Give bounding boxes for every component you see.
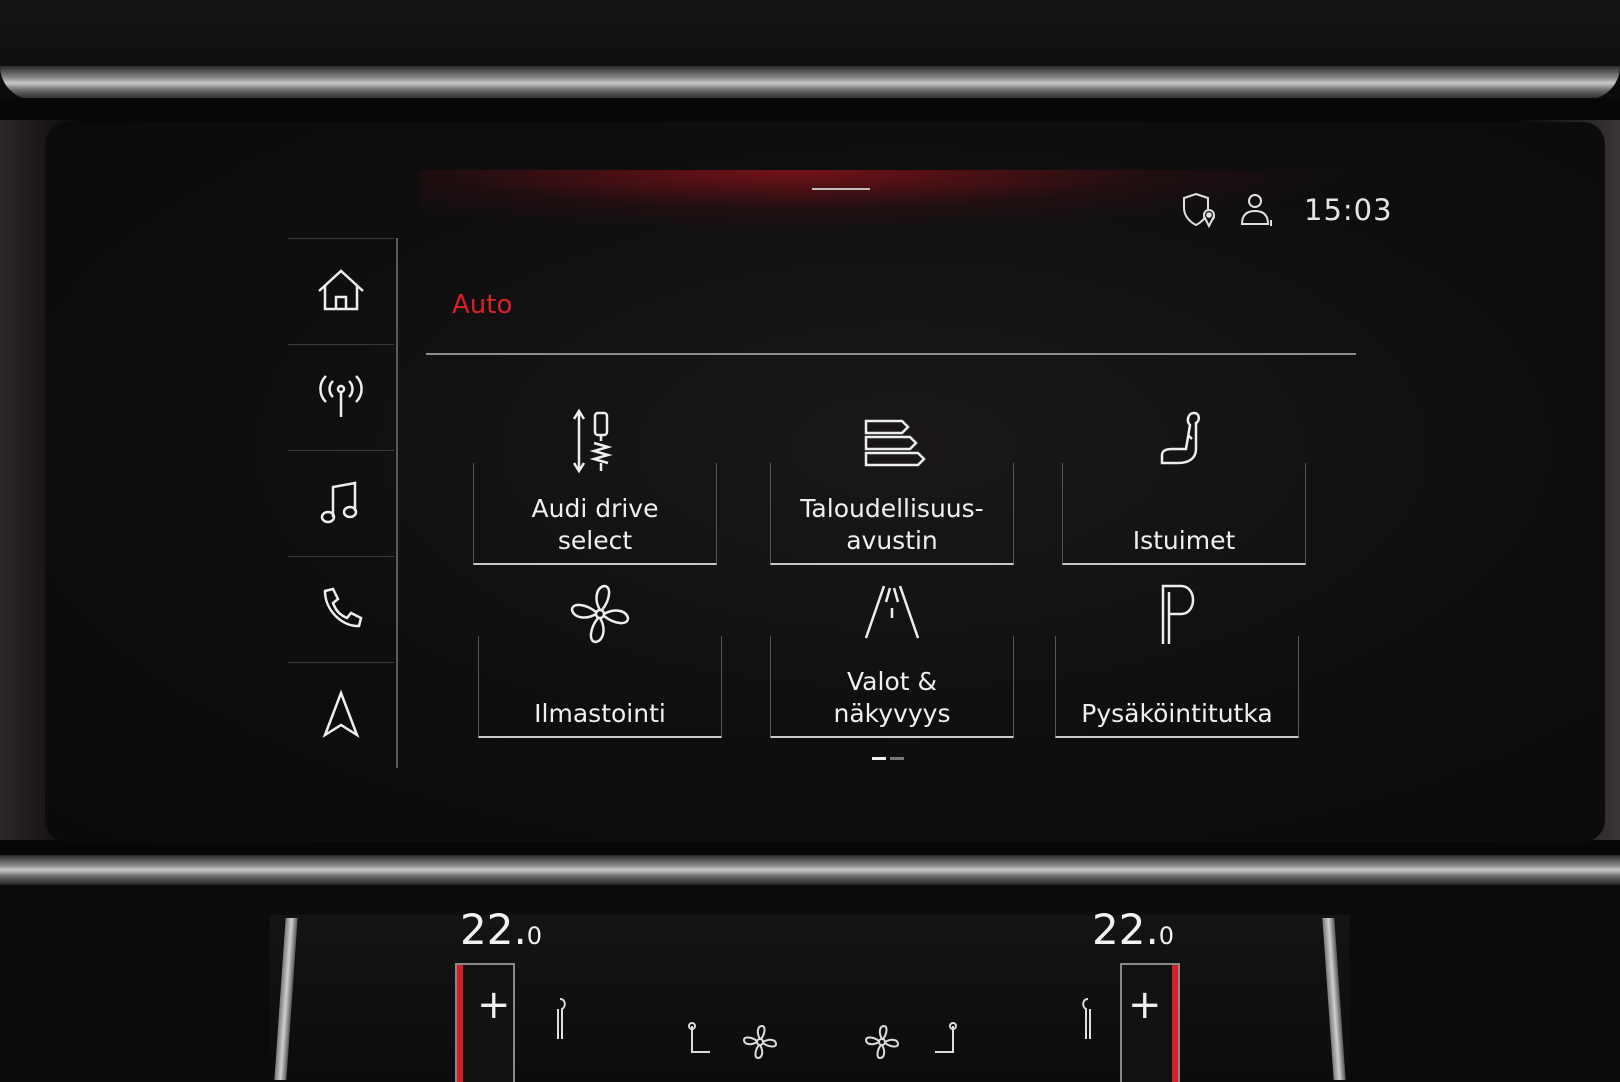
tile-parking-radar[interactable]: Pysäköintitutka	[1055, 578, 1299, 738]
privacy-location-icon[interactable]	[1180, 190, 1220, 230]
tile-label: Ilmastointi	[534, 699, 666, 728]
user-profile-icon[interactable]	[1238, 190, 1278, 230]
right-temp-decimal: 0	[1158, 922, 1175, 950]
right-seat-heat-icon[interactable]	[925, 1022, 965, 1066]
status-bar: 15:03	[1180, 188, 1393, 232]
music-note-icon	[320, 481, 358, 524]
chrome-trim-bottom	[0, 855, 1620, 885]
radio-antenna-icon	[319, 375, 363, 417]
tile-label: Valot & näkyvyys	[833, 667, 951, 728]
left-seat-heat-icon[interactable]	[680, 1022, 720, 1066]
efficiency-bars-icon	[864, 419, 926, 467]
right-seat-icon[interactable]	[1068, 995, 1108, 1039]
right-temp-plus-button[interactable]: +	[1128, 982, 1162, 1028]
tile-label: Audi drive select	[531, 494, 659, 555]
left-temperature[interactable]: 22.0	[460, 905, 542, 954]
sidebar-item-radio[interactable]	[288, 344, 394, 449]
page-dot	[890, 757, 904, 760]
climate-panel	[270, 915, 1350, 1080]
phone-icon	[323, 587, 363, 628]
sidebar-item-navigation[interactable]	[288, 662, 394, 767]
right-fan-icon[interactable]	[862, 1020, 902, 1064]
tile-lights-visibility[interactable]: Valot & näkyvyys	[770, 578, 1014, 738]
clock: 15:03	[1304, 193, 1393, 227]
tile-label: Istuimet	[1132, 526, 1236, 555]
right-temp-value: 22.	[1092, 905, 1159, 954]
road-lights-icon	[864, 585, 920, 639]
sidebar-item-home[interactable]	[288, 238, 394, 343]
tile-label: Pysäköintitutka	[1081, 699, 1273, 728]
pull-down-handle[interactable]	[812, 188, 870, 190]
tile-audi-drive-select[interactable]: Audi drive select	[473, 405, 717, 565]
sidebar-item-media[interactable]	[288, 450, 394, 555]
navigation-arrow-icon	[322, 689, 360, 739]
page-title: Auto	[452, 290, 513, 320]
slider-fill	[1172, 965, 1178, 1082]
page-dot-active	[872, 757, 886, 760]
left-temp-plus-button[interactable]: +	[477, 982, 511, 1028]
parking-icon	[1161, 584, 1195, 644]
left-temp-decimal: 0	[526, 922, 543, 950]
left-fan-icon[interactable]	[740, 1020, 780, 1064]
title-divider	[426, 353, 1356, 355]
right-temperature[interactable]: 22.0	[1092, 905, 1174, 954]
seat-icon	[1160, 411, 1200, 465]
tile-climate[interactable]: Ilmastointi	[478, 578, 722, 738]
sidebar-nav	[288, 238, 398, 768]
tile-label: Taloudellisuus- avustin	[800, 494, 984, 555]
sidebar-item-phone[interactable]	[288, 556, 394, 661]
left-seat-icon[interactable]	[540, 995, 580, 1039]
page-indicator[interactable]	[872, 757, 904, 760]
fan-icon	[570, 584, 630, 644]
tile-efficiency-assistant[interactable]: Taloudellisuus- avustin	[770, 405, 1014, 565]
chrome-trim-top	[0, 66, 1620, 100]
suspension-icon	[572, 408, 613, 474]
slider-fill	[457, 965, 463, 1082]
left-temp-value: 22.	[460, 905, 527, 954]
home-icon	[318, 269, 364, 311]
tile-seats[interactable]: Istuimet	[1062, 405, 1306, 565]
